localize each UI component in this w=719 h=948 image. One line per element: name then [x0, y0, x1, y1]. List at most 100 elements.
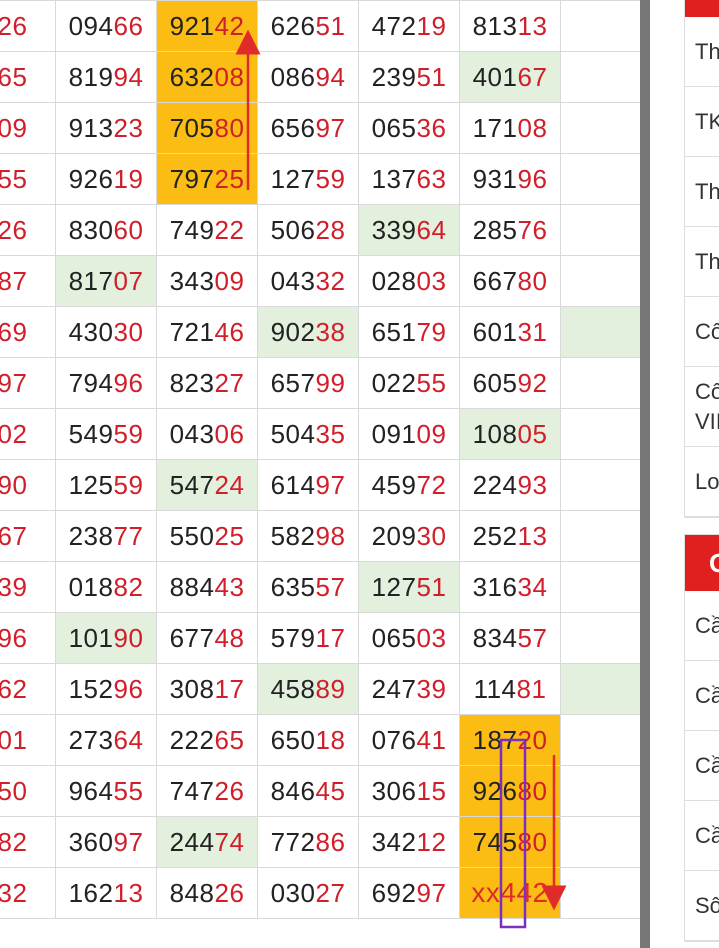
- cell-number-tail: 55: [113, 775, 144, 806]
- table-cell: 02255: [358, 357, 460, 409]
- cell-number-head: 472: [371, 10, 417, 41]
- sidebar-link[interactable]: Th: [685, 157, 719, 227]
- cell-number-head: 579: [270, 622, 316, 653]
- cell-number-tail: 79: [416, 316, 447, 347]
- table-row: 597 79496 82327 65799 02255 60592: [0, 357, 640, 409]
- cell-number-tail: 51: [315, 10, 346, 41]
- cell-number-head: 028: [371, 265, 417, 296]
- cell-number-tail: 30: [113, 316, 144, 347]
- table-cell: 54959: [55, 408, 157, 460]
- table-cell: 92619: [55, 153, 157, 205]
- cell-number: 74922: [170, 215, 245, 245]
- cell-number-head: 721: [169, 316, 215, 347]
- table-cell: 04332: [257, 255, 359, 307]
- cell-number-tail: 65: [0, 61, 28, 92]
- table-cell-extra: [560, 561, 640, 613]
- cell-number-tail: 01: [0, 724, 28, 755]
- table-cell-extra: [560, 816, 640, 868]
- table-cell-extra: [560, 408, 640, 460]
- cell-number: 70580: [170, 113, 245, 143]
- table-cell: 12751: [358, 561, 460, 613]
- cell-number: 06503: [372, 623, 447, 653]
- cell-number-tail: 08: [517, 112, 548, 143]
- table-cell-extra: [560, 867, 640, 919]
- cell-number-head: 030: [270, 877, 316, 908]
- cell-number-tail: 45: [315, 775, 346, 806]
- sidebar-link[interactable]: Cô: [685, 297, 719, 367]
- cell-number: 90238: [271, 317, 346, 347]
- table-cell: 550: [0, 765, 56, 817]
- sidebar-link[interactable]: Cầ: [685, 731, 719, 801]
- table-cell-extra: [560, 459, 640, 511]
- table-cell: 36097: [55, 816, 157, 868]
- cell-number-head: 244: [169, 826, 215, 857]
- scrollbar[interactable]: [640, 0, 650, 948]
- cell-number-tail: 23: [113, 112, 144, 143]
- cell-number-tail: 03: [416, 622, 447, 653]
- cell-number-tail: 81: [516, 673, 547, 704]
- cell-number-tail: 42: [516, 877, 549, 908]
- cell-number: 09466: [69, 11, 144, 41]
- table-row: 002 54959 04306 50435 09109 10805: [0, 408, 640, 460]
- table-cell: 22265: [156, 714, 258, 766]
- sidebar-link[interactable]: Th: [685, 17, 719, 87]
- table-cell: 12559: [55, 459, 157, 511]
- cell-number: 79725: [170, 164, 245, 194]
- cell-number: 82327: [170, 368, 245, 398]
- cell-number-tail: 86: [315, 826, 346, 857]
- cell-number-head: 273: [68, 724, 114, 755]
- sidebar-link[interactable]: TK: [685, 87, 719, 157]
- table-cell: 92142: [156, 0, 258, 52]
- cell-number-tail: 35: [315, 418, 346, 449]
- table-cell: 60131: [459, 306, 561, 358]
- cell-number: 81313: [473, 11, 548, 41]
- cell-number-tail: 97: [0, 367, 28, 398]
- table-cell: 287: [0, 255, 56, 307]
- cell-number-tail: 25: [214, 163, 245, 194]
- results-table-container[interactable]: 2260946692142626514721981313465819946320…: [0, 0, 640, 948]
- sidebar-link[interactable]: Cô VII: [685, 367, 719, 447]
- cell-number: 439: [0, 572, 27, 602]
- cell-number: 28576: [473, 215, 548, 245]
- table-cell: 11481: [459, 663, 561, 715]
- sidebar-box-top-header: [685, 0, 719, 17]
- cell-number: 54959: [69, 419, 144, 449]
- cell-number-tail: 97: [315, 112, 346, 143]
- cell-number: 83060: [69, 215, 144, 245]
- sidebar-link[interactable]: Sô: [685, 871, 719, 941]
- cell-number: 23877: [69, 521, 144, 551]
- cell-number: 02803: [372, 266, 447, 296]
- cell-number-head: 582: [270, 520, 316, 551]
- cell-number-tail: 26: [0, 214, 28, 245]
- table-cell: 82327: [156, 357, 258, 409]
- table-cell: 226: [0, 0, 56, 52]
- cell-number-head: 926: [68, 163, 114, 194]
- table-row: 990 12559 54724 61497 45972 22493: [0, 459, 640, 511]
- cell-number-tail: 59: [315, 163, 346, 194]
- cell-number: 17108: [473, 113, 548, 143]
- cell-number-head: 549: [68, 418, 114, 449]
- table-cell: 567: [0, 510, 56, 562]
- table-cell: 90238: [257, 306, 359, 358]
- table-cell: 88443: [156, 561, 258, 613]
- cell-number: 77286: [271, 827, 346, 857]
- cell-number-tail: 13: [517, 520, 548, 551]
- cell-number-tail: 99: [315, 367, 346, 398]
- sidebar-link[interactable]: Lo: [685, 447, 719, 517]
- table-cell: 31634: [459, 561, 561, 613]
- table-cell: 84645: [257, 765, 359, 817]
- table-row: 567 23877 55025 58298 20930 25213: [0, 510, 640, 562]
- cell-number-tail: 15: [416, 775, 447, 806]
- cell-number-tail: 55: [0, 163, 28, 194]
- cell-number-head: 360: [68, 826, 114, 857]
- sidebar-link[interactable]: Th: [685, 227, 719, 297]
- cell-number-head: 238: [68, 520, 114, 551]
- cell-number: 232: [0, 878, 27, 908]
- cell-number-tail: 39: [0, 571, 28, 602]
- sidebar-link[interactable]: Cầ: [685, 661, 719, 731]
- table-cell: 65018: [257, 714, 359, 766]
- sidebar-link[interactable]: Cầ: [685, 801, 719, 871]
- table-cell: 54724: [156, 459, 258, 511]
- sidebar-link[interactable]: Cầ: [685, 591, 719, 661]
- cell-number-head: 101: [68, 622, 114, 653]
